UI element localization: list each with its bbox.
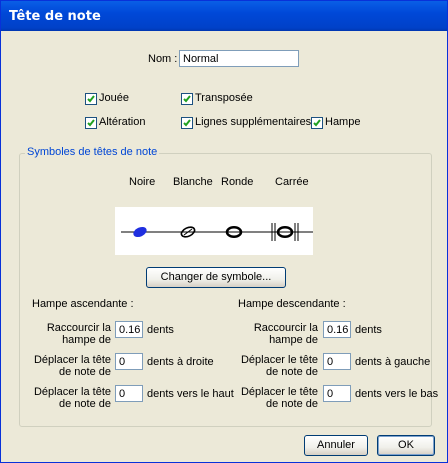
lignes-checkbox[interactable] [181,117,193,129]
cancel-button[interactable]: Annuler [304,435,368,456]
ascending-title: Hampe ascendante : [32,298,134,310]
name-input[interactable]: Normal [179,50,299,67]
checkmark-icon [87,119,95,127]
desc-shorten-input[interactable]: 0.16 [323,321,351,338]
asc-shorten-label-1: Raccourcir la [46,322,111,334]
column-noire: Noire [129,176,156,188]
dialog-body: Nom : Normal Jouée Transposée Altération… [1,31,447,462]
change-symbol-button[interactable]: Changer de symbole... [146,267,286,288]
lignes-label: Lignes supplémentaires [195,116,312,128]
asc-movey-label-2: de note de [59,398,111,410]
desc-shorten-label-1: Raccourcir la [253,322,318,334]
alteration-checkbox[interactable] [85,117,97,129]
desc-shorten-label-2: hampe de [269,334,318,346]
dialog-window: Tête de note Nom : Normal Jouée Transpos… [0,0,448,463]
desc-movey-input[interactable]: 0 [323,385,351,402]
desc-movex-label-2: de note de [266,366,318,378]
column-blanche: Blanche [173,176,213,188]
desc-movey-unit: dents vers le bas [355,388,439,400]
asc-movex-label-1: Déplacer la tête [33,354,111,366]
symbols-group-title: Symboles de têtes de note [25,146,160,158]
desc-movex-unit: dents à gauche [355,356,431,368]
desc-movey-label-1: Déplacer le tête [240,386,318,398]
transposee-checkbox[interactable] [181,93,193,105]
checkmark-icon [183,95,191,103]
asc-movex-unit: dents à droite [147,356,214,368]
column-ronde: Ronde [221,176,254,188]
asc-movex-label-2: de note de [59,366,111,378]
window-title: Tête de note [9,9,101,24]
asc-movey-unit: dents vers le haut [147,388,234,400]
notehead-symbols-icon [121,223,313,241]
asc-shorten-label-2: hampe de [62,334,111,346]
title-bar[interactable]: Tête de note [1,1,447,31]
asc-shorten-unit: dents [147,324,174,336]
asc-shorten-input[interactable]: 0.16 [115,321,143,338]
desc-movex-input[interactable]: 0 [323,353,351,370]
checkmark-icon [183,119,191,127]
notehead-preview[interactable] [115,207,313,255]
desc-movex-label-1: Déplacer le tête [240,354,318,366]
asc-movey-input[interactable]: 0 [115,385,143,402]
ok-button[interactable]: OK [377,435,435,456]
alteration-label: Altération [99,116,146,128]
checkmark-icon [87,95,95,103]
transposee-label: Transposée [195,92,253,104]
column-carree: Carrée [275,176,309,188]
name-label: Nom : [148,53,178,65]
hampe-label: Hampe [325,116,361,128]
jouee-checkbox[interactable] [85,93,97,105]
asc-movey-label-1: Déplacer la tête [33,386,111,398]
jouee-label: Jouée [99,92,129,104]
checkmark-icon [313,119,321,127]
asc-movex-input[interactable]: 0 [115,353,143,370]
hampe-checkbox[interactable] [311,117,323,129]
descending-title: Hampe descendante : [238,298,346,310]
desc-shorten-unit: dents [355,324,382,336]
desc-movey-label-2: de note de [266,398,318,410]
